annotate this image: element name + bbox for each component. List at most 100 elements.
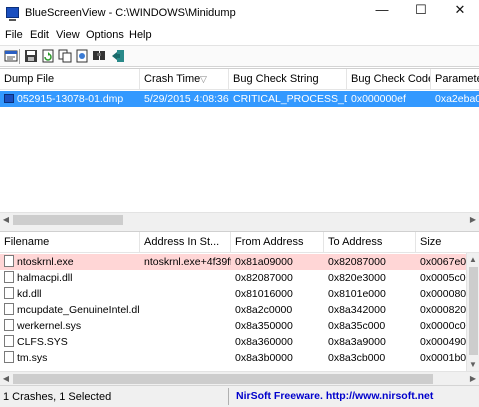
size-cell: 0x0001b000 <box>420 352 466 364</box>
dump-file-icon <box>4 94 14 103</box>
html-report-icon[interactable] <box>75 49 89 63</box>
filename-cell: mcupdate_GenuineIntel.dll <box>0 302 140 318</box>
find-icon[interactable] <box>92 49 106 63</box>
crash-time-cell: 5/29/2015 4:08:36 ... <box>144 93 229 105</box>
column-from-address[interactable]: From Address <box>231 232 324 253</box>
file-icon <box>4 271 14 283</box>
size-cell: 0x00082000 <box>420 304 466 316</box>
filename-text: werkernel.sys <box>17 320 82 332</box>
menu-edit[interactable]: Edit <box>30 29 49 41</box>
address-in-stack-cell <box>140 286 231 302</box>
copy-icon[interactable] <box>58 49 72 63</box>
module-row[interactable]: ntoskrnl.exe ntoskrnl.exe+4f39ff 0x81a09… <box>0 254 466 270</box>
module-row[interactable]: werkernel.sys 0x8a350000 0x8a35c000 0x00… <box>0 318 466 334</box>
save-icon[interactable] <box>24 49 38 63</box>
toolbar <box>0 45 479 67</box>
filename-text: tm.sys <box>17 352 48 364</box>
column-dump-file[interactable]: Dump File <box>0 69 140 90</box>
column-to-address[interactable]: To Address <box>324 232 416 253</box>
column-filename[interactable]: Filename <box>0 232 140 253</box>
column-parameter[interactable]: Parameter <box>431 69 479 90</box>
scroll-right-arrow-icon[interactable]: ▶ <box>467 213 479 227</box>
properties-icon[interactable] <box>4 49 18 63</box>
crash-row[interactable]: 052915-13078-01.dmp 5/29/2015 4:08:36 ..… <box>0 91 479 107</box>
crash-list-horizontal-scrollbar[interactable]: ◀ ▶ <box>0 212 479 226</box>
from-address-cell: 0x81a09000 <box>235 256 293 268</box>
address-in-stack-cell <box>140 318 231 334</box>
bluescreen-app-icon <box>6 7 19 21</box>
column-bug-check-code[interactable]: Bug Check Code <box>347 69 431 90</box>
column-crash-time[interactable]: Crash Time ▽ <box>140 69 229 90</box>
from-address-cell: 0x8a3b0000 <box>235 352 293 364</box>
status-divider <box>228 388 229 405</box>
vertical-scroll-thumb[interactable] <box>469 267 478 355</box>
to-address-cell: 0x8a3cb000 <box>328 352 386 364</box>
to-address-cell: 0x8a3a9000 <box>328 336 386 348</box>
scroll-down-arrow-icon[interactable]: ▼ <box>467 358 479 372</box>
file-icon <box>4 335 14 347</box>
filename-text: ntoskrnl.exe <box>17 256 74 268</box>
address-in-stack-cell <box>140 350 231 366</box>
column-crash-time-label: Crash Time <box>144 73 201 85</box>
maximize-button[interactable]: ☐ <box>402 0 440 22</box>
from-address-cell: 0x8a350000 <box>235 320 293 332</box>
filename-cell: halmacpi.dll <box>0 270 140 286</box>
nirsoft-link[interactable]: NirSoft Freeware. http://www.nirsoft.net <box>236 390 433 402</box>
file-icon <box>4 303 14 315</box>
module-row[interactable]: mcupdate_GenuineIntel.dll 0x8a2c0000 0x8… <box>0 302 466 318</box>
scroll-left-arrow-icon[interactable]: ◀ <box>0 213 12 227</box>
dump-file-cell: 052915-13078-01.dmp <box>0 91 140 107</box>
file-icon <box>4 351 14 363</box>
address-in-stack-cell <box>140 270 231 286</box>
size-cell: 0x00008000 <box>420 288 466 300</box>
file-icon <box>4 255 14 267</box>
scroll-right-arrow-icon[interactable]: ▶ <box>467 372 479 386</box>
from-address-cell: 0x8a360000 <box>235 336 293 348</box>
filename-text: halmacpi.dll <box>17 272 73 284</box>
module-list-horizontal-scrollbar[interactable]: ◀ ▶ <box>0 371 479 385</box>
menu-file[interactable]: File <box>5 29 23 41</box>
crash-list-header: Dump File Crash Time ▽ Bug Check String B… <box>0 69 479 90</box>
scroll-left-arrow-icon[interactable]: ◀ <box>0 372 12 386</box>
filename-text: mcupdate_GenuineIntel.dll <box>17 304 140 316</box>
to-address-cell: 0x8a35c000 <box>328 320 386 332</box>
toolbar-separator <box>19 49 20 64</box>
module-list-header: Filename Address In St... From Address T… <box>0 232 479 253</box>
module-row[interactable]: CLFS.SYS 0x8a360000 0x8a3a9000 0x0004900… <box>0 334 466 350</box>
bug-check-string-cell: CRITICAL_PROCESS_DIED <box>233 93 347 105</box>
close-button[interactable]: ✕ <box>441 0 479 22</box>
file-icon <box>4 287 14 299</box>
scroll-up-arrow-icon[interactable]: ▲ <box>467 253 479 267</box>
menu-view[interactable]: View <box>56 29 80 41</box>
column-address-in-stack[interactable]: Address In St... <box>140 232 231 253</box>
horizontal-scroll-thumb[interactable] <box>13 374 433 384</box>
window-title: BlueScreenView - C:\WINDOWS\Minidump <box>25 7 236 19</box>
module-list-vertical-scrollbar[interactable]: ▲ ▼ <box>466 253 479 372</box>
filename-cell: kd.dll <box>0 286 140 302</box>
filename-cell: ntoskrnl.exe <box>0 254 140 270</box>
address-in-stack-cell: ntoskrnl.exe+4f39ff <box>144 256 231 268</box>
exit-icon[interactable] <box>111 49 125 63</box>
horizontal-scroll-thumb[interactable] <box>13 215 123 225</box>
size-cell: 0x0067e000 <box>420 256 466 268</box>
menu-options[interactable]: Options <box>86 29 124 41</box>
minimize-button[interactable]: — <box>363 0 401 22</box>
size-cell: 0x0005c000 <box>420 272 466 284</box>
menu-help[interactable]: Help <box>129 29 152 41</box>
parameter-cell: 0xa2eba04 <box>435 93 479 105</box>
address-in-stack-cell <box>140 334 231 350</box>
filename-cell: werkernel.sys <box>0 318 140 334</box>
column-size[interactable]: Size <box>416 232 466 253</box>
sort-indicator-icon: ▽ <box>200 74 207 84</box>
dump-file-name: 052915-13078-01.dmp <box>17 93 124 105</box>
title-bar: BlueScreenView - C:\WINDOWS\Minidump — ☐… <box>0 0 479 28</box>
module-row[interactable]: kd.dll 0x81016000 0x8101e000 0x00008000 <box>0 286 466 302</box>
module-list-pane: Filename Address In St... From Address T… <box>0 231 479 385</box>
column-bug-check-string[interactable]: Bug Check String <box>229 69 347 90</box>
module-row[interactable]: halmacpi.dll 0x82087000 0x820e3000 0x000… <box>0 270 466 286</box>
status-crash-count: 1 Crashes, 1 Selected <box>3 391 112 403</box>
filename-cell: CLFS.SYS <box>0 334 140 350</box>
refresh-icon[interactable] <box>41 49 55 63</box>
module-row[interactable]: tm.sys 0x8a3b0000 0x8a3cb000 0x0001b000 <box>0 350 466 366</box>
bug-check-code-cell: 0x000000ef <box>351 93 406 105</box>
